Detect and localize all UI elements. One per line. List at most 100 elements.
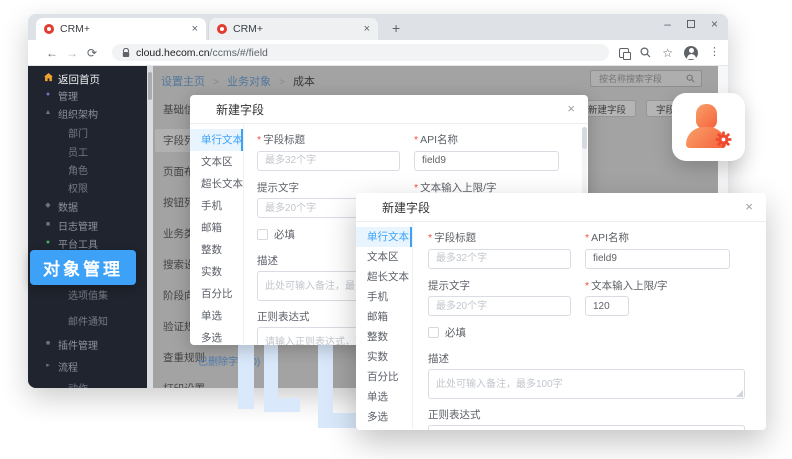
tab-close-icon[interactable]: × bbox=[186, 23, 198, 35]
sidebar-item-permission[interactable]: 权限 bbox=[28, 179, 147, 195]
tab-multi-select[interactable]: 多选 bbox=[190, 327, 243, 345]
sidebar-item-data[interactable]: ◆ 数据 bbox=[28, 198, 147, 214]
tab-phone[interactable]: 手机 bbox=[190, 195, 243, 217]
tab-text-area[interactable]: 文本区 bbox=[356, 247, 412, 267]
required-marker: * bbox=[585, 280, 589, 292]
tab-integer[interactable]: 整数 bbox=[356, 327, 412, 347]
sidebar-item-flow[interactable]: ▸ 流程 bbox=[28, 358, 147, 374]
api-name-input[interactable] bbox=[585, 249, 730, 269]
tab-text-area[interactable]: 文本区 bbox=[190, 151, 243, 173]
app-sidebar: 返回首页 ● 管理 ▲ 组织架构 部门 员工 角色 bbox=[28, 66, 147, 388]
sidebar-item-role[interactable]: 角色 bbox=[28, 161, 147, 177]
browser-tab-1[interactable]: CRM+ × bbox=[36, 18, 206, 40]
tab-single-select[interactable]: 单选 bbox=[190, 305, 243, 327]
toolbar-right-icons: ☆ ⋮ bbox=[619, 46, 720, 60]
sidebar-item-label: 数据 bbox=[58, 199, 78, 214]
address-bar[interactable]: cloud.hecom.cn/ccms/#/field bbox=[112, 44, 609, 61]
sidebar-item-plugin[interactable]: ■ 插件管理 bbox=[28, 336, 147, 352]
description-area bbox=[428, 369, 745, 399]
tab-multi-select[interactable]: 多选 bbox=[356, 407, 412, 427]
menu-kebab-icon[interactable]: ⋮ bbox=[709, 47, 720, 58]
search-input[interactable] bbox=[597, 73, 686, 85]
tab-long-text[interactable]: 超长文本 bbox=[190, 173, 243, 195]
field-title-input[interactable] bbox=[257, 151, 400, 171]
tab-single-select[interactable]: 单选 bbox=[356, 387, 412, 407]
sidebar-item-label: 组织架构 bbox=[58, 106, 98, 121]
maximize-icon[interactable] bbox=[687, 20, 695, 28]
field-search-box[interactable] bbox=[590, 70, 702, 87]
sidebar-item-mail-notice[interactable]: 邮件通知 bbox=[28, 312, 147, 328]
sidebar-item-org[interactable]: ▲ 组织架构 bbox=[28, 105, 147, 121]
avatar-card bbox=[672, 93, 745, 161]
sidebar-item-action[interactable]: 动作 bbox=[28, 379, 147, 388]
tab-email[interactable]: 邮箱 bbox=[190, 217, 243, 239]
forward-icon[interactable]: → bbox=[62, 46, 82, 60]
log-icon: ■ bbox=[42, 220, 54, 230]
tab-real-number[interactable]: 实数 bbox=[356, 347, 412, 367]
sidebar-item-employee[interactable]: 员工 bbox=[28, 143, 147, 159]
close-icon[interactable]: × bbox=[745, 199, 753, 215]
close-icon[interactable]: × bbox=[567, 101, 575, 117]
lock-icon bbox=[122, 48, 130, 58]
api-name-input[interactable] bbox=[414, 151, 559, 171]
description-textarea[interactable] bbox=[429, 370, 744, 398]
regex-label: 正则表达式 bbox=[428, 407, 745, 422]
required-checkbox[interactable] bbox=[257, 229, 268, 240]
sidebar-scrollbar[interactable] bbox=[147, 66, 153, 388]
sidebar-item-label: 角色 bbox=[68, 162, 88, 177]
tab-phone[interactable]: 手机 bbox=[356, 287, 412, 307]
browser-tab-2[interactable]: CRM+ × bbox=[208, 18, 378, 40]
back-icon[interactable]: ← bbox=[42, 46, 62, 60]
tab-percentage[interactable]: 百分比 bbox=[190, 283, 243, 305]
sidebar-item-platform[interactable]: ● 平台工具 bbox=[28, 235, 147, 251]
tab-single-line-text[interactable]: 单行文本 bbox=[356, 227, 412, 247]
tab-integer[interactable]: 整数 bbox=[190, 239, 243, 261]
field-title-input[interactable] bbox=[428, 249, 571, 269]
url-path: /ccms/#/field bbox=[210, 47, 268, 59]
regex-textarea[interactable] bbox=[429, 426, 744, 430]
close-window-icon[interactable]: × bbox=[711, 18, 718, 30]
translate-icon[interactable] bbox=[619, 48, 629, 58]
reload-icon[interactable]: ⟳ bbox=[82, 46, 102, 60]
hint-input[interactable] bbox=[428, 296, 571, 316]
text-limit-label: 文本输入上限/字 bbox=[591, 280, 667, 292]
sidebar-item-department[interactable]: 部门 bbox=[28, 124, 147, 140]
required-checkbox[interactable] bbox=[428, 327, 439, 338]
sidebar-item-label: 插件管理 bbox=[58, 337, 98, 352]
zoom-icon[interactable] bbox=[640, 47, 651, 58]
profile-icon[interactable] bbox=[684, 46, 698, 60]
sidebar-item-manage[interactable]: ● 管理 bbox=[28, 87, 147, 103]
object-management-label: 对象管理 bbox=[30, 250, 136, 285]
gear-icon bbox=[714, 130, 733, 154]
text-limit-input[interactable] bbox=[585, 296, 629, 316]
tab-long-text[interactable]: 超长文本 bbox=[356, 267, 412, 287]
tab-email[interactable]: 邮箱 bbox=[356, 307, 412, 327]
required-checkbox-label: 必填 bbox=[274, 227, 295, 242]
breadcrumb-home-link[interactable]: 设置主页 bbox=[161, 76, 205, 88]
breadcrumb-separator: > bbox=[213, 77, 219, 88]
minimize-icon[interactable]: – bbox=[664, 18, 671, 30]
tab-close-icon[interactable]: × bbox=[358, 23, 370, 35]
tab-percentage[interactable]: 百分比 bbox=[356, 367, 412, 387]
person-icon bbox=[696, 104, 717, 129]
sidebar-item-home[interactable]: 返回首页 bbox=[28, 71, 147, 87]
composite-canvas: CRM+ × CRM+ × + – × ← → ⟳ cl bbox=[0, 0, 792, 459]
tab-title: CRM+ bbox=[60, 23, 186, 35]
tab-single-line-text[interactable]: 单行文本 bbox=[190, 129, 243, 151]
scrollbar-thumb[interactable] bbox=[148, 72, 152, 100]
resize-grip-icon[interactable] bbox=[736, 390, 743, 397]
sidebar-item-option-set[interactable]: 选项值集 bbox=[28, 286, 147, 302]
search-icon bbox=[686, 74, 695, 83]
required-checkbox-row: 必填 bbox=[428, 325, 745, 340]
sidebar-item-label: 返回首页 bbox=[58, 72, 100, 87]
browser-toolbar: ← → ⟳ cloud.hecom.cn/ccms/#/field ☆ ⋮ bbox=[28, 40, 728, 66]
sidebar-item-log[interactable]: ■ 日志管理 bbox=[28, 217, 147, 233]
bookmark-star-icon[interactable]: ☆ bbox=[662, 47, 673, 59]
breadcrumb-separator: > bbox=[279, 77, 285, 88]
breadcrumb-object-link[interactable]: 业务对象 bbox=[227, 76, 271, 88]
new-tab-button[interactable]: + bbox=[388, 19, 404, 37]
menu-item-print-settings[interactable]: 打印设置 bbox=[155, 377, 229, 388]
api-name-label: API名称 bbox=[420, 134, 458, 146]
tab-real-number[interactable]: 实数 bbox=[190, 261, 243, 283]
plugin-icon: ■ bbox=[42, 339, 54, 349]
